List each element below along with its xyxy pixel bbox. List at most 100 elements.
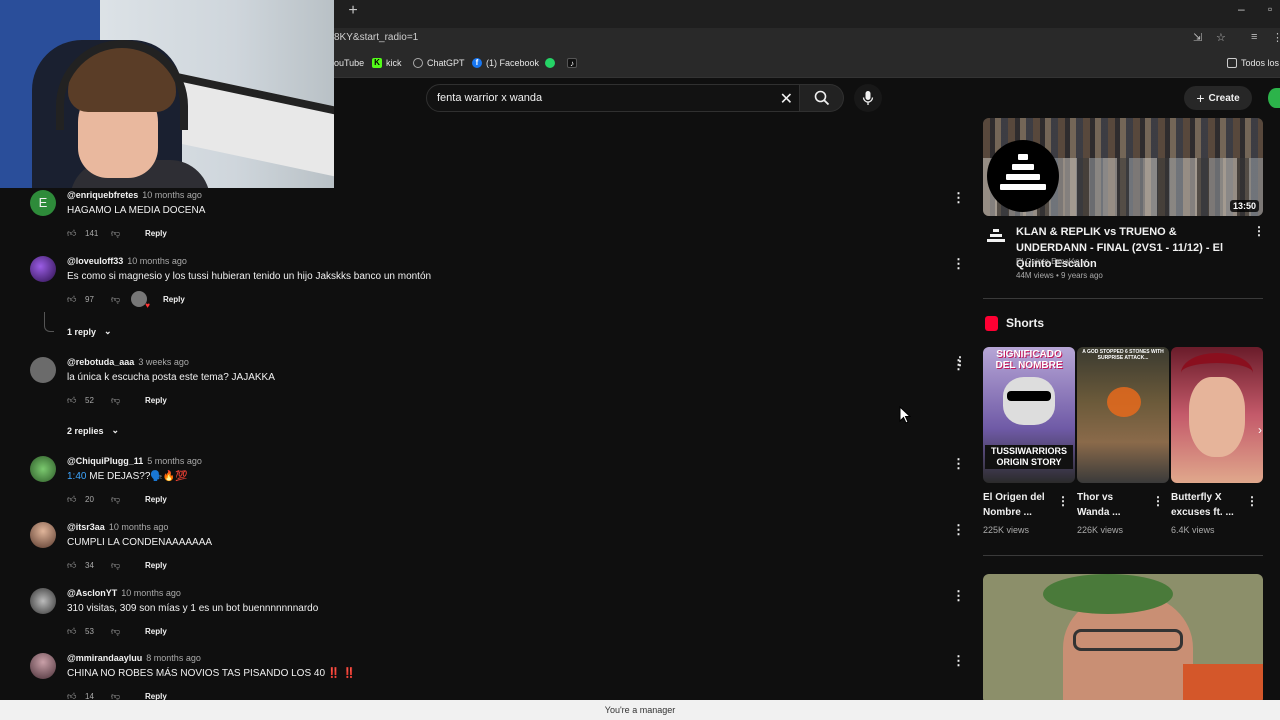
comment-time[interactable]: 10 months ago [109, 522, 169, 532]
dislike-icon[interactable]: 👎︎ [111, 395, 131, 406]
bookmark-facebook[interactable]: f (1) Facebook [472, 58, 539, 68]
more-actions-icon[interactable]: ⋮ [952, 456, 965, 472]
all-bookmarks[interactable]: Todos los [1227, 58, 1279, 68]
comment-text: 310 visitas, 309 son mías y 1 es un bot … [67, 603, 319, 614]
heart-icon: ♥ [145, 301, 150, 310]
more-actions-icon[interactable]: ⋮ [952, 588, 965, 604]
comment-time[interactable]: 3 weeks ago [138, 357, 189, 367]
plus-icon: + [1196, 90, 1205, 106]
like-icon[interactable]: 👍︎ [67, 228, 79, 239]
maximize-icon[interactable]: ▫ [1268, 2, 1272, 16]
comment-time[interactable]: 5 months ago [147, 456, 202, 466]
short-thumbnail[interactable] [1171, 347, 1263, 483]
create-button[interactable]: + Create [1184, 86, 1252, 110]
dislike-icon[interactable]: 👎︎ [111, 560, 131, 571]
clear-search-icon[interactable]: ✕ [780, 89, 793, 109]
comment-author[interactable]: @mmirandaayluu 8 months ago [67, 653, 201, 663]
short-more-icon[interactable]: ⋮ [1246, 494, 1258, 508]
avatar[interactable] [30, 456, 56, 482]
comment-text: HAGAMO LA MEDIA DOCENA [67, 205, 206, 216]
like-icon[interactable]: 👍︎ [67, 294, 79, 305]
reply-button[interactable]: Reply [145, 495, 167, 504]
channel-avatar-icon[interactable] [985, 226, 1007, 248]
comment-time[interactable]: 10 months ago [142, 190, 202, 200]
reply-button[interactable]: Reply [145, 627, 167, 636]
menu-icon[interactable]: ⋮ [1272, 31, 1280, 44]
short-title[interactable]: El Origen del Nombre ... [983, 490, 1063, 520]
comment-time[interactable]: 10 months ago [121, 588, 181, 598]
install-icon[interactable]: ⇲ [1193, 31, 1202, 44]
more-actions-icon[interactable]: ⋮ [952, 522, 965, 538]
reply-button[interactable]: Reply [163, 295, 185, 304]
url-text[interactable]: 8KY&start_radio=1 [334, 32, 418, 43]
dislike-icon[interactable]: 👎︎ [111, 228, 131, 239]
fire-effect [1107, 387, 1141, 417]
bookmark-tiktok[interactable]: ♪ [567, 58, 577, 68]
comment-author[interactable]: @AsclonYT 10 months ago [67, 588, 181, 598]
more-actions-icon[interactable]: ⋮ [954, 354, 966, 368]
avatar[interactable] [30, 653, 56, 679]
comment-author[interactable]: @rebotuda_aaa 3 weeks ago [67, 357, 189, 367]
reply-button[interactable]: Reply [145, 396, 167, 405]
comment-author[interactable]: @loveuloff33 10 months ago [67, 256, 187, 266]
replies-toggle[interactable]: 1 reply ⌄ [67, 326, 112, 337]
avatar[interactable] [30, 522, 56, 548]
short-thumbnail[interactable]: SIGNIFICADO DEL NOMBRE TUSSIWARRIORS ORI… [983, 347, 1075, 483]
minimize-icon[interactable]: – [1238, 2, 1245, 16]
avatar[interactable]: E [30, 190, 56, 216]
search-input[interactable]: fenta warrior x wanda [437, 92, 542, 104]
chevron-right-icon[interactable]: › [1252, 422, 1268, 438]
bookmark-whatsapp[interactable] [545, 58, 555, 68]
short-title[interactable]: Thor vs Wanda ... [1077, 490, 1147, 520]
bookmark-chatgpt[interactable]: ChatGPT [413, 58, 465, 68]
more-actions-icon[interactable]: ⋮ [952, 190, 965, 206]
short-more-icon[interactable]: ⋮ [1152, 494, 1164, 508]
like-icon[interactable]: 👍︎ [67, 626, 79, 637]
search-box[interactable]: fenta warrior x wanda ✕ [426, 84, 800, 112]
comment-author[interactable]: @itsr3aa 10 months ago [67, 522, 168, 532]
bookmark-youtube[interactable]: ouTube [334, 58, 364, 68]
media-controls-icon[interactable]: ≡ [1251, 31, 1257, 43]
comment-author[interactable]: @ChiquiPlugg_11 5 months ago [67, 456, 202, 466]
bookmark-kick[interactable]: Kkick [372, 58, 402, 68]
like-icon[interactable]: 👍︎ [67, 395, 79, 406]
mouse-cursor-icon [899, 406, 911, 424]
avatar[interactable] [30, 357, 56, 383]
dislike-icon[interactable]: 👎︎ [111, 494, 131, 505]
webcam-overlay [0, 0, 334, 188]
star-icon[interactable]: ☆ [1216, 31, 1226, 44]
dislike-icon[interactable]: 👎︎ [111, 626, 131, 637]
channel-name[interactable]: El Quinto Escalón ✔ [1016, 257, 1089, 266]
account-avatar[interactable] [1268, 88, 1280, 108]
comment-actions: 👍︎ 53 👎︎ Reply [67, 624, 167, 638]
search-button[interactable] [800, 84, 844, 112]
comment-actions: 👍︎ 20 👎︎ Reply [67, 492, 167, 506]
avatar[interactable] [30, 588, 56, 614]
video-more-icon[interactable]: ⋮ [1253, 224, 1265, 238]
more-actions-icon[interactable]: ⋮ [952, 256, 965, 272]
more-actions-icon[interactable]: ⋮ [952, 653, 965, 669]
comment-actions: 👍︎ 97 👎︎ ♥ Reply [67, 291, 185, 310]
reply-button[interactable]: Reply [145, 561, 167, 570]
like-count: 20 [85, 494, 94, 504]
like-count: 53 [85, 626, 94, 636]
like-icon[interactable]: 👍︎ [67, 494, 79, 505]
voice-search-button[interactable] [854, 84, 882, 112]
timestamp-link[interactable]: 1:40 [67, 471, 86, 482]
short-title[interactable]: Butterfly X excuses ft. ... [1171, 490, 1243, 520]
sunglasses-icon [1007, 391, 1051, 401]
avatar[interactable] [30, 256, 56, 282]
new-tab-button[interactable]: + [344, 2, 362, 20]
video-thumbnail[interactable] [983, 574, 1263, 704]
short-more-icon[interactable]: ⋮ [1057, 494, 1069, 508]
reply-button[interactable]: Reply [145, 229, 167, 238]
video-thumbnail[interactable]: 13:50 [983, 118, 1263, 216]
comment-author[interactable]: @enriquebfretes 10 months ago [67, 190, 202, 200]
short-thumbnail[interactable]: A GOD STOPPED 6 STONES WITH SURPRISE ATT… [1077, 347, 1169, 483]
comment-time[interactable]: 10 months ago [127, 256, 187, 266]
comment-time[interactable]: 8 months ago [146, 653, 201, 663]
like-icon[interactable]: 👍︎ [67, 560, 79, 571]
replies-toggle[interactable]: 2 replies ⌄ [67, 425, 119, 436]
search-icon [814, 90, 829, 106]
dislike-icon[interactable]: 👎︎ [111, 294, 131, 305]
